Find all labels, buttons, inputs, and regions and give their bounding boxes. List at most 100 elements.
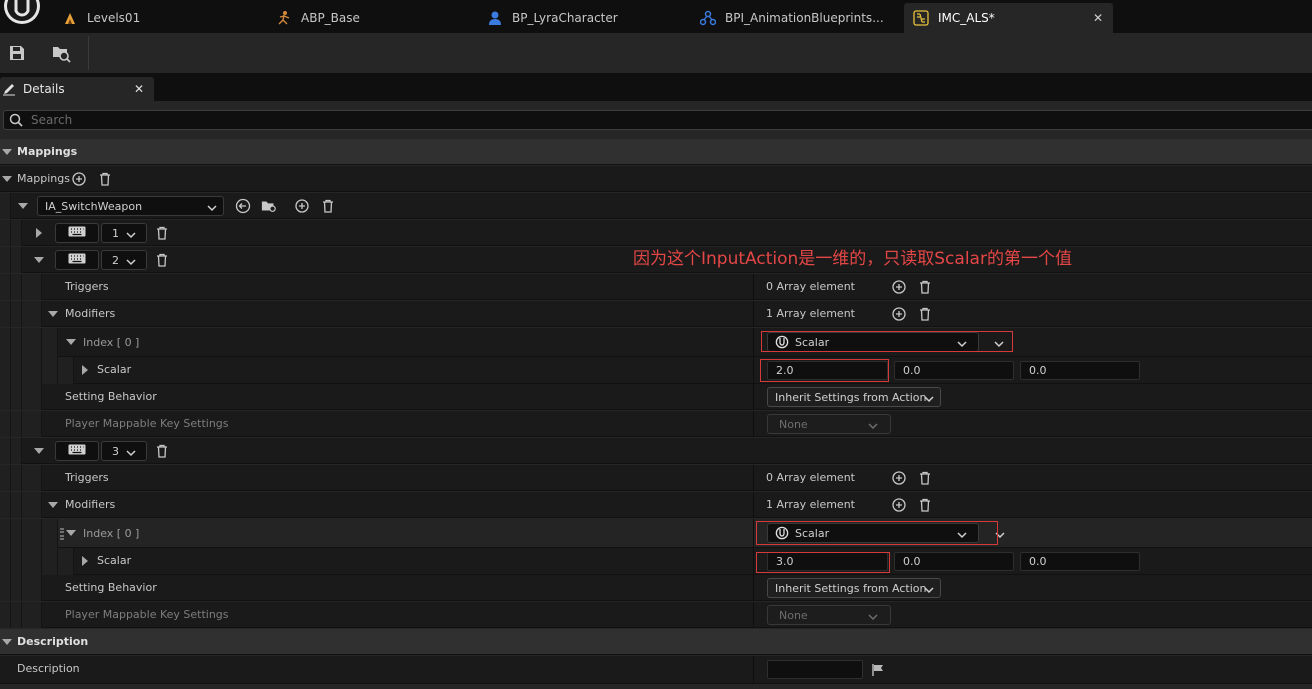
delete-key-icon[interactable]: [154, 443, 170, 459]
column-splitter[interactable]: [753, 548, 754, 575]
column-splitter[interactable]: [753, 492, 754, 518]
collapse-arrow-icon[interactable]: [48, 311, 58, 317]
delete-mapping-icon[interactable]: [320, 198, 336, 214]
column-splitter[interactable]: [753, 575, 754, 601]
details-search-box[interactable]: [3, 110, 1312, 130]
column-splitter[interactable]: [753, 519, 754, 548]
indent-gutter: [22, 492, 42, 518]
indent-gutter: [0, 492, 11, 518]
indent-gutter: [0, 328, 11, 357]
save-icon[interactable]: [6, 42, 28, 64]
scalar-z-field[interactable]: 0.0: [1020, 361, 1140, 380]
description-field[interactable]: [767, 660, 863, 679]
add-element-icon[interactable]: [71, 171, 87, 187]
search-input[interactable]: [31, 113, 1231, 127]
tab-bp-lyracharacter[interactable]: BP_LyraCharacter: [487, 3, 687, 33]
modifier-class-dropdown[interactable]: Scalar: [767, 332, 979, 352]
delete-triggers-icon[interactable]: [917, 279, 933, 295]
chevron-down-icon: [924, 584, 934, 597]
add-modifier-icon[interactable]: [891, 497, 907, 513]
scalar-y-field[interactable]: 0.0: [894, 552, 1014, 571]
setting-behavior-label: Setting Behavior: [65, 390, 157, 403]
column-splitter[interactable]: [753, 274, 754, 300]
column-splitter[interactable]: [753, 301, 754, 327]
details-tab[interactable]: Details ✕: [0, 77, 154, 101]
key-value-dropdown[interactable]: 1: [101, 223, 147, 243]
browse-to-asset-icon[interactable]: [50, 42, 72, 64]
scalar-z-field[interactable]: 0.0: [1020, 552, 1140, 571]
unreal-logo-icon[interactable]: [0, 0, 42, 33]
column-splitter[interactable]: [753, 602, 754, 628]
array-element-options-icon[interactable]: [994, 338, 1004, 351]
indent-gutter: [22, 548, 42, 575]
close-tab-icon[interactable]: ✕: [1093, 11, 1103, 25]
mappings-category-row[interactable]: Mappings: [0, 139, 1312, 165]
animation-blueprint-icon: [276, 10, 292, 26]
array-element-options-icon[interactable]: [995, 529, 1005, 542]
collapse-arrow-icon[interactable]: [66, 530, 76, 536]
collapse-arrow-icon[interactable]: [2, 639, 12, 645]
input-action-dropdown[interactable]: IA_SwitchWeapon: [37, 196, 224, 216]
scalar-x-field[interactable]: 3.0: [767, 552, 888, 571]
localization-flag-icon[interactable]: [871, 663, 885, 677]
delete-key-icon[interactable]: [154, 225, 170, 241]
collapse-arrow-icon[interactable]: [2, 149, 12, 155]
keyboard-key-selector[interactable]: [55, 441, 99, 461]
keyboard-key-selector[interactable]: [55, 250, 99, 270]
scalar-x-field[interactable]: 2.0: [767, 361, 888, 380]
key-value-dropdown[interactable]: 3: [101, 441, 147, 461]
modifier-class-dropdown[interactable]: Scalar: [767, 523, 979, 543]
add-trigger-icon[interactable]: [891, 470, 907, 486]
delete-triggers-icon[interactable]: [917, 470, 933, 486]
category-label: Mappings: [17, 145, 78, 158]
collapse-arrow-icon[interactable]: [2, 176, 12, 182]
drag-handle-icon[interactable]: [60, 528, 64, 540]
description-label: Description: [17, 662, 80, 675]
browse-asset-icon[interactable]: [261, 198, 277, 214]
tab-imc-als[interactable]: IMC_ALS* ✕: [904, 3, 1113, 33]
collapse-arrow-icon[interactable]: [66, 339, 76, 345]
scalar-y-field[interactable]: 0.0: [894, 361, 1014, 380]
column-splitter[interactable]: [753, 465, 754, 491]
scalar-label: Scalar: [97, 363, 132, 376]
level-icon: [62, 10, 78, 26]
player-mappable-row: Player Mappable Key Settings None: [0, 602, 1312, 628]
column-splitter[interactable]: [753, 357, 754, 384]
input-mapping-context-icon: [913, 10, 929, 26]
column-splitter[interactable]: [753, 328, 754, 357]
delete-modifiers-icon[interactable]: [917, 497, 933, 513]
column-splitter[interactable]: [753, 411, 754, 437]
key-value: 2: [112, 253, 119, 267]
expand-arrow-icon[interactable]: [36, 228, 42, 238]
tab-abp-base[interactable]: ABP_Base: [276, 3, 476, 33]
delete-key-icon[interactable]: [154, 252, 170, 268]
add-modifier-icon[interactable]: [891, 306, 907, 322]
scalar-row: Scalar 2.0 0.0 0.0: [0, 357, 1312, 384]
use-selected-asset-icon[interactable]: [235, 198, 251, 214]
collapse-arrow-icon[interactable]: [34, 257, 44, 263]
expand-arrow-icon[interactable]: [82, 365, 88, 375]
delete-modifiers-icon[interactable]: [917, 306, 933, 322]
indent-gutter: [0, 220, 11, 246]
indent-gutter: [0, 357, 11, 384]
description-category-row[interactable]: Description: [0, 629, 1312, 655]
column-splitter[interactable]: [753, 656, 754, 684]
delete-all-icon[interactable]: [97, 171, 113, 187]
add-mapping-icon[interactable]: [294, 198, 310, 214]
tab-levels01[interactable]: Levels01: [62, 3, 262, 33]
setting-behavior-dropdown[interactable]: Inherit Settings from Action: [767, 387, 941, 407]
indent-gutter: [22, 465, 42, 491]
collapse-arrow-icon[interactable]: [34, 448, 44, 454]
close-details-icon[interactable]: ✕: [134, 82, 144, 96]
collapse-arrow-icon[interactable]: [18, 203, 28, 209]
tab-bpi-animationblueprints[interactable]: BPI_AnimationBlueprints...: [700, 3, 900, 33]
collapse-arrow-icon[interactable]: [48, 502, 58, 508]
keyboard-key-selector[interactable]: [55, 223, 99, 243]
key-value-dropdown[interactable]: 2: [101, 250, 147, 270]
expand-arrow-icon[interactable]: [82, 556, 88, 566]
indent-gutter: [22, 357, 42, 384]
indent-gutter: [11, 492, 22, 518]
column-splitter[interactable]: [753, 384, 754, 410]
add-trigger-icon[interactable]: [891, 279, 907, 295]
setting-behavior-dropdown[interactable]: Inherit Settings from Action: [767, 578, 941, 598]
